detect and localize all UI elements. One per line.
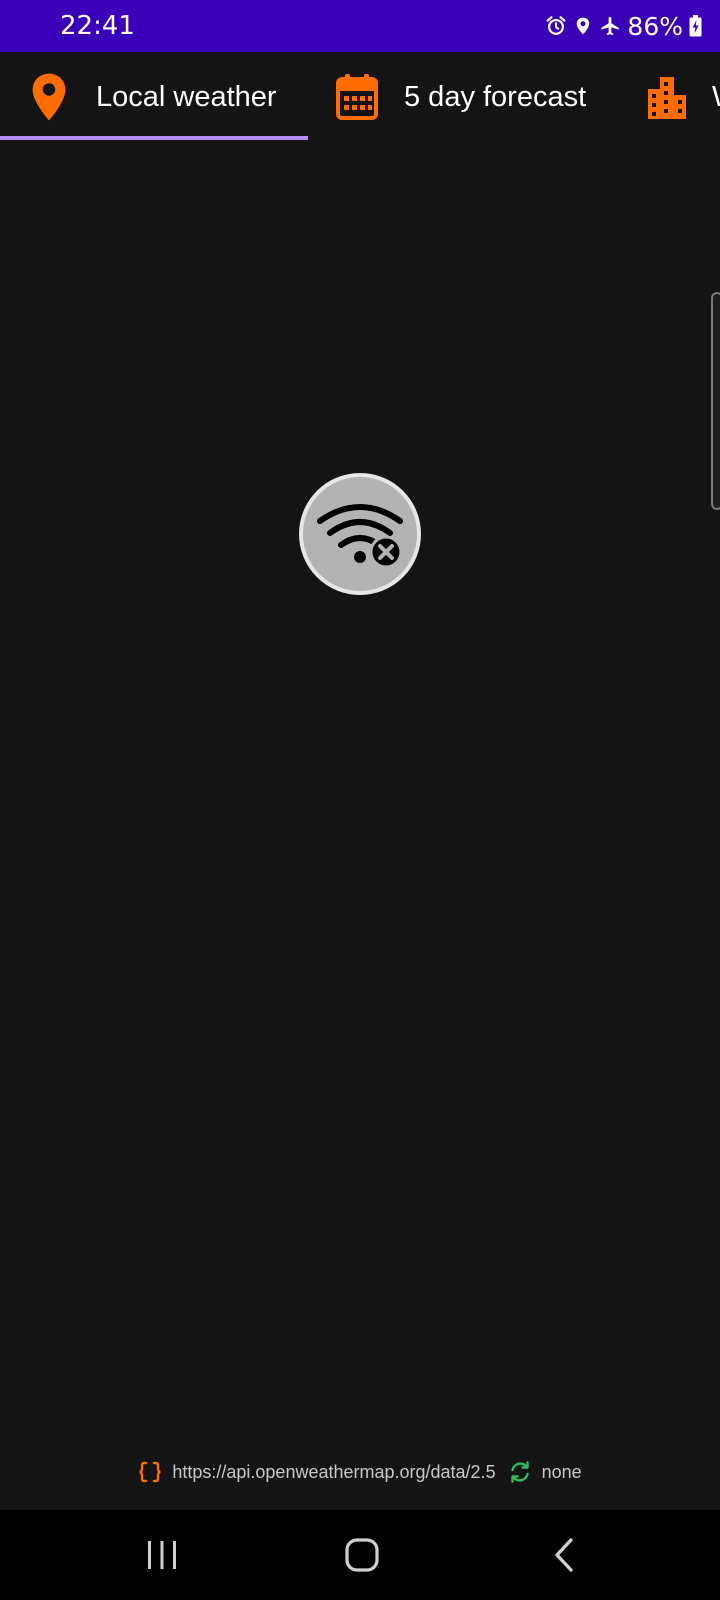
recent-apps-button[interactable] [102,1510,222,1600]
home-button[interactable] [302,1510,422,1600]
back-icon [555,1538,573,1572]
tab-local-weather[interactable]: Local weather [30,52,277,142]
edge-panel-handle[interactable] [711,292,720,510]
tab-bar: Local weather 5 day forecast [0,52,720,142]
battery-charging-icon [689,15,702,37]
offline-indicator [299,473,421,595]
tab-label: 5 day forecast [404,80,587,113]
recents-icon [148,1541,176,1569]
city-buildings-icon [648,77,686,119]
status-bar: 22:41 86% [0,0,720,52]
tab-label: W [712,81,720,114]
refresh-icon [510,1461,529,1483]
system-navigation-bar [0,1510,720,1600]
selected-tab-indicator [0,136,308,140]
alarm-icon [547,16,566,35]
battery-percentage: 86% [627,11,683,41]
api-info-footer: https://api.openweathermap.org/data/2.5 … [0,1455,720,1489]
calendar-icon [336,74,378,120]
status-time: 22:41 [60,11,135,41]
home-icon [345,1538,379,1572]
wifi-off-icon [317,504,403,569]
tab-cities-weather[interactable]: W [646,52,720,142]
tab-label: Local weather [96,80,277,113]
location-icon [577,17,590,35]
braces-icon [139,1461,162,1483]
api-url-text: https://api.openweathermap.org/data/2.5 [172,1461,496,1482]
airplane-mode-icon [601,16,620,36]
map-pin-icon [32,73,66,121]
tab-5-day-forecast[interactable]: 5 day forecast [336,52,586,142]
refresh-interval-value: none [541,1461,582,1482]
back-button[interactable] [504,1510,624,1600]
status-icons: 86% [545,10,702,42]
